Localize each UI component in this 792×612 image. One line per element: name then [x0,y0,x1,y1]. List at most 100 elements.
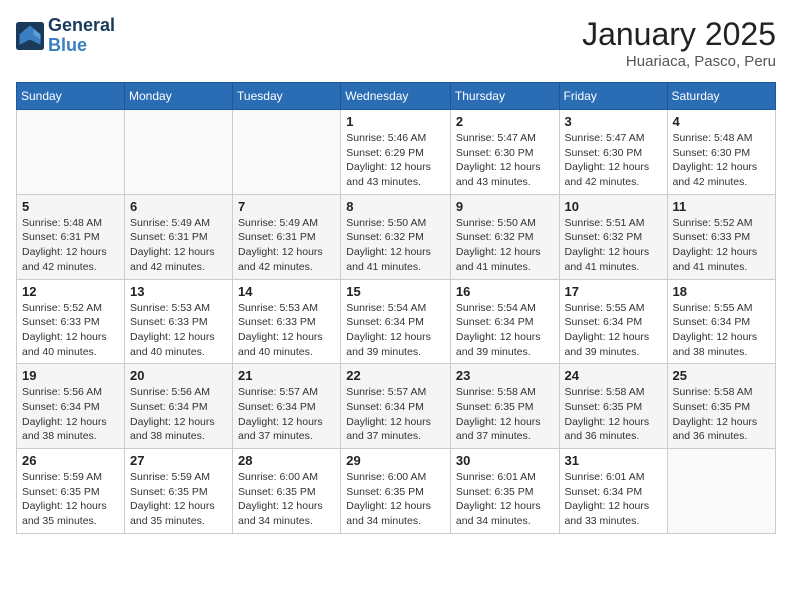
title-block: January 2025 Huariaca, Pasco, Peru [582,16,776,70]
calendar-cell: 7 Sunrise: 5:49 AM Sunset: 6:31 PM Daylig… [233,194,341,279]
day-number: 17 [565,284,662,299]
calendar-week-row: 12 Sunrise: 5:52 AM Sunset: 6:33 PM Dayli… [17,279,776,364]
calendar-cell: 18 Sunrise: 5:55 AM Sunset: 6:34 PM Dayli… [667,279,775,364]
day-number: 22 [346,368,445,383]
calendar-week-row: 5 Sunrise: 5:48 AM Sunset: 6:31 PM Daylig… [17,194,776,279]
day-info: Sunrise: 5:50 AM Sunset: 6:32 PM Dayligh… [346,216,445,275]
calendar-title: January 2025 [582,16,776,53]
day-info: Sunrise: 5:49 AM Sunset: 6:31 PM Dayligh… [238,216,335,275]
day-info: Sunrise: 5:48 AM Sunset: 6:31 PM Dayligh… [22,216,119,275]
day-info: Sunrise: 6:00 AM Sunset: 6:35 PM Dayligh… [346,470,445,529]
day-number: 18 [673,284,770,299]
day-number: 6 [130,199,227,214]
weekday-header-wednesday: Wednesday [341,83,451,110]
day-number: 19 [22,368,119,383]
day-info: Sunrise: 5:58 AM Sunset: 6:35 PM Dayligh… [565,385,662,444]
day-info: Sunrise: 5:54 AM Sunset: 6:34 PM Dayligh… [456,301,554,360]
weekday-header-row: SundayMondayTuesdayWednesdayThursdayFrid… [17,83,776,110]
day-number: 1 [346,114,445,129]
calendar-cell: 13 Sunrise: 5:53 AM Sunset: 6:33 PM Dayli… [125,279,233,364]
calendar-cell [17,110,125,195]
calendar-cell: 24 Sunrise: 5:58 AM Sunset: 6:35 PM Dayli… [559,364,667,449]
calendar-cell: 15 Sunrise: 5:54 AM Sunset: 6:34 PM Dayli… [341,279,451,364]
day-info: Sunrise: 5:50 AM Sunset: 6:32 PM Dayligh… [456,216,554,275]
day-info: Sunrise: 5:52 AM Sunset: 6:33 PM Dayligh… [673,216,770,275]
day-info: Sunrise: 5:59 AM Sunset: 6:35 PM Dayligh… [130,470,227,529]
logo-text-blue: Blue [48,36,115,56]
day-number: 31 [565,453,662,468]
day-number: 28 [238,453,335,468]
day-info: Sunrise: 5:57 AM Sunset: 6:34 PM Dayligh… [346,385,445,444]
day-number: 5 [22,199,119,214]
calendar-cell: 27Sunrise: 5:59 AM Sunset: 6:35 PM Dayli… [125,449,233,534]
day-info: Sunrise: 5:55 AM Sunset: 6:34 PM Dayligh… [673,301,770,360]
day-number: 21 [238,368,335,383]
day-number: 29 [346,453,445,468]
day-info: Sunrise: 5:59 AM Sunset: 6:35 PM Dayligh… [22,470,119,529]
calendar-cell: 20Sunrise: 5:56 AM Sunset: 6:34 PM Dayli… [125,364,233,449]
logo: General Blue [16,16,115,56]
day-info: Sunrise: 5:49 AM Sunset: 6:31 PM Dayligh… [130,216,227,275]
day-number: 11 [673,199,770,214]
day-info: Sunrise: 5:53 AM Sunset: 6:33 PM Dayligh… [238,301,335,360]
calendar-body: 1 Sunrise: 5:46 AM Sunset: 6:29 PM Daylig… [17,110,776,534]
day-number: 25 [673,368,770,383]
day-number: 10 [565,199,662,214]
calendar-cell: 22 Sunrise: 5:57 AM Sunset: 6:34 PM Dayli… [341,364,451,449]
calendar-cell: 25Sunrise: 5:58 AM Sunset: 6:35 PM Dayli… [667,364,775,449]
day-info: Sunrise: 5:52 AM Sunset: 6:33 PM Dayligh… [22,301,119,360]
calendar-cell: 16 Sunrise: 5:54 AM Sunset: 6:34 PM Dayli… [450,279,559,364]
calendar-cell: 26 Sunrise: 5:59 AM Sunset: 6:35 PM Dayli… [17,449,125,534]
calendar-cell [667,449,775,534]
calendar-cell: 2 Sunrise: 5:47 AM Sunset: 6:30 PM Daylig… [450,110,559,195]
calendar-cell: 9 Sunrise: 5:50 AM Sunset: 6:32 PM Daylig… [450,194,559,279]
calendar-week-row: 26 Sunrise: 5:59 AM Sunset: 6:35 PM Dayli… [17,449,776,534]
logo-text-general: General [48,16,115,36]
calendar-cell: 17Sunrise: 5:55 AM Sunset: 6:34 PM Dayli… [559,279,667,364]
calendar-cell [233,110,341,195]
calendar-cell: 3Sunrise: 5:47 AM Sunset: 6:30 PM Daylig… [559,110,667,195]
calendar-cell: 1 Sunrise: 5:46 AM Sunset: 6:29 PM Daylig… [341,110,451,195]
calendar-cell: 14 Sunrise: 5:53 AM Sunset: 6:33 PM Dayli… [233,279,341,364]
day-number: 9 [456,199,554,214]
day-number: 2 [456,114,554,129]
day-number: 14 [238,284,335,299]
day-number: 26 [22,453,119,468]
calendar-cell: 31Sunrise: 6:01 AM Sunset: 6:34 PM Dayli… [559,449,667,534]
day-number: 8 [346,199,445,214]
day-number: 13 [130,284,227,299]
weekday-header-sunday: Sunday [17,83,125,110]
weekday-header-tuesday: Tuesday [233,83,341,110]
day-number: 3 [565,114,662,129]
calendar-cell: 19 Sunrise: 5:56 AM Sunset: 6:34 PM Dayli… [17,364,125,449]
calendar-subtitle: Huariaca, Pasco, Peru [582,53,776,70]
day-number: 15 [346,284,445,299]
day-number: 23 [456,368,554,383]
day-info: Sunrise: 5:56 AM Sunset: 6:34 PM Dayligh… [22,385,119,444]
day-info: Sunrise: 5:46 AM Sunset: 6:29 PM Dayligh… [346,131,445,190]
day-number: 12 [22,284,119,299]
day-number: 24 [565,368,662,383]
calendar-week-row: 1 Sunrise: 5:46 AM Sunset: 6:29 PM Daylig… [17,110,776,195]
calendar-cell: 23Sunrise: 5:58 AM Sunset: 6:35 PM Dayli… [450,364,559,449]
day-info: Sunrise: 5:47 AM Sunset: 6:30 PM Dayligh… [456,131,554,190]
day-info: Sunrise: 5:53 AM Sunset: 6:33 PM Dayligh… [130,301,227,360]
day-info: Sunrise: 6:00 AM Sunset: 6:35 PM Dayligh… [238,470,335,529]
calendar-cell: 8 Sunrise: 5:50 AM Sunset: 6:32 PM Daylig… [341,194,451,279]
day-info: Sunrise: 6:01 AM Sunset: 6:35 PM Dayligh… [456,470,554,529]
calendar-cell: 21 Sunrise: 5:57 AM Sunset: 6:34 PM Dayli… [233,364,341,449]
calendar-cell [125,110,233,195]
calendar-cell: 10Sunrise: 5:51 AM Sunset: 6:32 PM Dayli… [559,194,667,279]
day-number: 7 [238,199,335,214]
day-number: 16 [456,284,554,299]
day-info: Sunrise: 5:57 AM Sunset: 6:34 PM Dayligh… [238,385,335,444]
day-info: Sunrise: 5:48 AM Sunset: 6:30 PM Dayligh… [673,131,770,190]
calendar-cell: 6 Sunrise: 5:49 AM Sunset: 6:31 PM Daylig… [125,194,233,279]
calendar-week-row: 19 Sunrise: 5:56 AM Sunset: 6:34 PM Dayli… [17,364,776,449]
calendar-header: SundayMondayTuesdayWednesdayThursdayFrid… [17,83,776,110]
calendar-cell: 28 Sunrise: 6:00 AM Sunset: 6:35 PM Dayli… [233,449,341,534]
weekday-header-monday: Monday [125,83,233,110]
calendar-cell: 12 Sunrise: 5:52 AM Sunset: 6:33 PM Dayli… [17,279,125,364]
day-info: Sunrise: 5:54 AM Sunset: 6:34 PM Dayligh… [346,301,445,360]
page-header: General Blue January 2025 Huariaca, Pasc… [16,16,776,70]
